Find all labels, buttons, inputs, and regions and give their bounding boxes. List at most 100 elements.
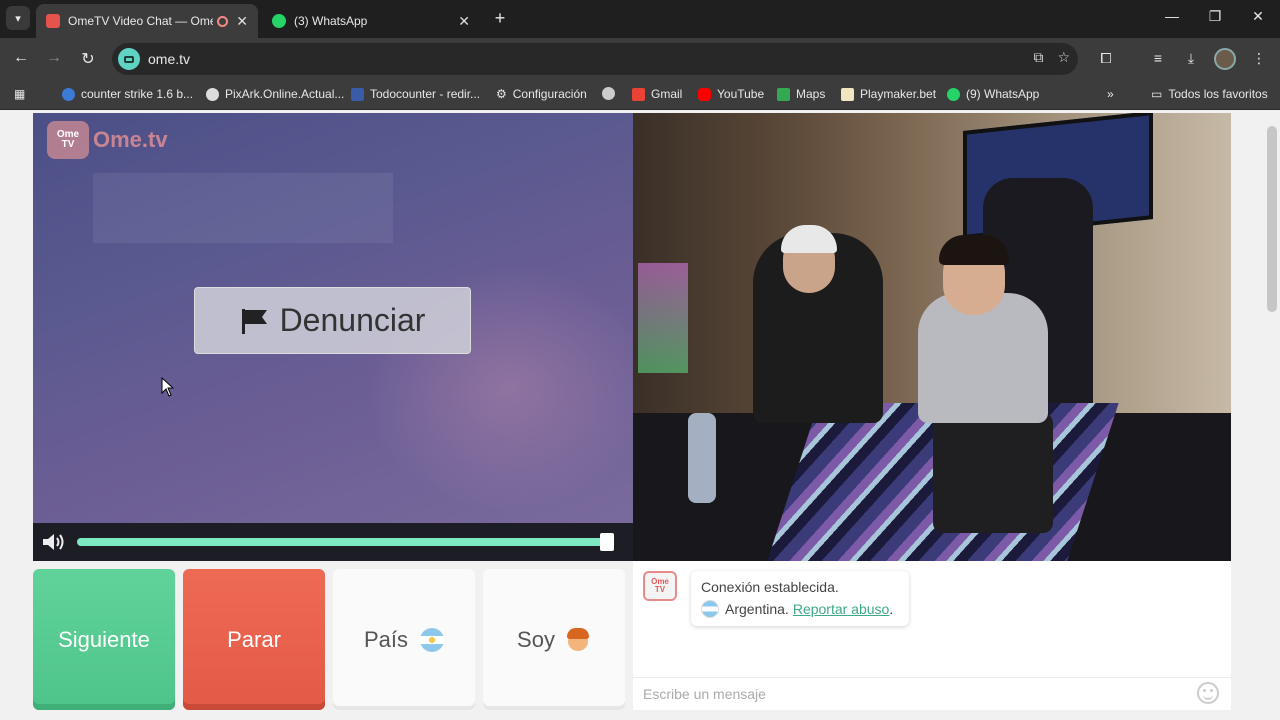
volume-slider-handle[interactable]	[599, 533, 614, 551]
bookmark-label: Configuración	[512, 87, 587, 101]
tab-strip: ▾ OmeTV Video Chat — Omegle ✕ (3) WhatsA…	[0, 0, 1280, 38]
globe-icon	[602, 87, 615, 100]
system-message: Conexión establecida. Argentina. Reporta…	[691, 571, 909, 626]
volume-control	[33, 523, 633, 561]
connection-status-text: Conexión establecida.	[701, 579, 839, 595]
page-scrollbar-thumb[interactable]	[1267, 126, 1277, 312]
maximize-icon[interactable]: ❐	[1205, 8, 1225, 25]
forward-icon[interactable]: →	[44, 49, 64, 67]
video-background	[93, 173, 393, 243]
local-video: Ome TV Ome.tv Denunciar	[33, 113, 633, 523]
recording-icon	[217, 15, 229, 27]
youtube-icon	[698, 87, 711, 101]
site-info-icon[interactable]	[118, 48, 140, 70]
tab-title: (3) WhatsApp	[294, 14, 368, 28]
menu-icon[interactable]: ⋮	[1249, 50, 1269, 67]
remote-video-scene	[638, 263, 688, 373]
country-selector-label: País	[363, 626, 409, 652]
chat-logo-line: TV	[654, 585, 666, 594]
argentina-flag-icon	[420, 627, 445, 652]
bookmark-youtube[interactable]: YouTube	[698, 87, 764, 101]
bookmarks-overflow-button[interactable]: »	[1107, 87, 1114, 101]
chat-ometv-logo: Ome TV	[643, 571, 677, 601]
report-abuse-link[interactable]: Reportar abuso	[793, 601, 890, 617]
stop-button[interactable]: Parar	[183, 569, 325, 710]
globe-icon	[62, 87, 75, 101]
mouse-cursor-icon	[161, 377, 175, 397]
gender-selector[interactable]: Soy	[483, 569, 625, 710]
reload-icon[interactable]: ↻	[78, 49, 98, 69]
ometv-logo-text: Ome.tv	[93, 127, 168, 152]
globe-icon	[206, 87, 219, 101]
report-button[interactable]: Denunciar	[194, 287, 471, 354]
url-text: ome.tv	[148, 51, 191, 67]
bookmark-globe[interactable]	[602, 87, 621, 100]
tab-title: OmeTV Video Chat — Omegle	[68, 14, 214, 28]
minimize-icon[interactable]: —	[1162, 8, 1182, 24]
bookmark-label: Gmail	[651, 87, 683, 101]
bookmarks-bar: ▦ counter strike 1.6 b... PixArk.Online.…	[0, 80, 1280, 110]
address-bar[interactable]: ome.tv ⧉ ☆	[112, 43, 1078, 75]
new-tab-button[interactable]: +	[490, 8, 510, 29]
remote-video-person	[933, 413, 1053, 533]
report-abuse-suffix: .	[889, 601, 894, 617]
bookmark-playmaker[interactable]: Playmaker.bet	[841, 87, 936, 101]
bookmark-maps[interactable]: Maps	[777, 87, 825, 101]
bookmark-todocounter[interactable]: Todocounter - redir...	[351, 87, 480, 101]
gear-icon: ⚙	[496, 87, 507, 101]
bookmark-whatsapp[interactable]: (9) WhatsApp	[947, 87, 1039, 101]
whatsapp-favicon	[272, 14, 286, 28]
open-in-app-icon[interactable]: ⧉	[1033, 49, 1043, 66]
ometv-logo: Ome TV Ome.tv	[47, 121, 168, 159]
close-window-icon[interactable]: ✕	[1248, 8, 1268, 25]
bookmark-label: YouTube	[717, 87, 765, 101]
report-button-label: Denunciar	[279, 302, 426, 338]
media-control-icon[interactable]: ≡	[1148, 50, 1168, 66]
bookmark-label: Todos los favoritos	[1168, 87, 1268, 101]
browser-toolbar: ← → ↻ ome.tv ⧉ ☆ ⧠ ≡ ⤓ ⋮	[0, 38, 1280, 80]
tab-search-button[interactable]: ▾	[6, 6, 30, 30]
next-button[interactable]: Siguiente	[33, 569, 175, 710]
volume-slider[interactable]	[77, 538, 612, 546]
back-icon[interactable]: ←	[11, 49, 31, 67]
message-input-placeholder: Escribe un mensaje	[643, 686, 766, 702]
volume-slider-fill	[77, 538, 607, 546]
apps-grid-icon[interactable]: ▦	[14, 87, 25, 101]
country-selector[interactable]: País	[333, 569, 475, 710]
message-input[interactable]: Escribe un mensaje	[633, 677, 1231, 710]
tab-ometv[interactable]: OmeTV Video Chat — Omegle ✕	[36, 4, 258, 38]
bookmark-gmail[interactable]: Gmail	[632, 87, 682, 101]
bookmark-label: PixArk.Online.Actual...	[225, 87, 345, 101]
bookmark-label: Maps	[796, 87, 826, 101]
close-tab-icon[interactable]: ✕	[236, 13, 248, 30]
remote-video-person	[939, 235, 1009, 265]
playmaker-icon	[841, 87, 854, 101]
download-icon[interactable]: ⤓	[1181, 50, 1201, 67]
chat-panel: Ome TV Conexión establecida. Argentina. …	[633, 561, 1231, 710]
todocounter-icon	[351, 87, 364, 101]
emoji-icon[interactable]	[1197, 682, 1219, 704]
ometv-favicon	[46, 14, 60, 28]
whatsapp-icon	[947, 87, 960, 101]
partner-country-text: Argentina.	[725, 601, 789, 617]
profile-avatar[interactable]	[1214, 48, 1236, 70]
bookmark-configuracion[interactable]: ⚙ Configuración	[496, 87, 587, 101]
argentina-flag-icon	[701, 600, 719, 618]
speaker-icon[interactable]	[41, 532, 69, 552]
gmail-icon	[632, 87, 645, 101]
bookmark-pixark[interactable]: PixArk.Online.Actual...	[206, 87, 344, 101]
next-button-label: Siguiente	[58, 626, 150, 652]
bookmark-label: counter strike 1.6 b...	[81, 87, 194, 101]
bookmark-label: Playmaker.bet	[860, 87, 937, 101]
bookmark-star-icon[interactable]: ☆	[1057, 49, 1070, 66]
close-tab-icon[interactable]: ✕	[458, 13, 470, 30]
tab-whatsapp[interactable]: (3) WhatsApp ✕	[262, 4, 480, 38]
bookmark-label: Todocounter - redir...	[370, 87, 481, 101]
flag-icon	[241, 308, 267, 334]
bookmark-counter-strike[interactable]: counter strike 1.6 b...	[62, 87, 193, 101]
logo-box-line: TV	[61, 139, 75, 150]
extensions-icon[interactable]: ⧠	[1096, 50, 1116, 67]
boy-icon	[565, 627, 591, 653]
gender-selector-label: Soy	[517, 626, 555, 652]
all-bookmarks-folder[interactable]: ▭ Todos los favoritos	[1151, 87, 1268, 101]
